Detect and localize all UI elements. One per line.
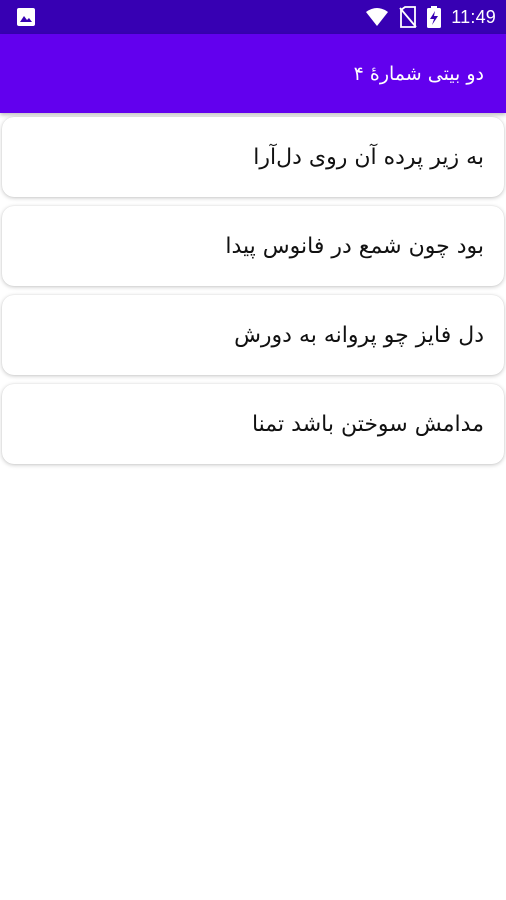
battery-charging-icon bbox=[427, 6, 442, 28]
verse-text: به زیر پرده آن روی دل‌آرا bbox=[253, 144, 484, 170]
list-item[interactable]: بود چون شمع در فانوس پیدا bbox=[2, 206, 504, 286]
verse-text: دل فایز چو پروانه به دورش bbox=[234, 322, 484, 348]
verse-text: مدامش سوختن باشد تمنا bbox=[251, 411, 484, 437]
app-bar: دو بیتی شمارهٔ ۴ bbox=[0, 34, 506, 113]
list-item[interactable]: مدامش سوختن باشد تمنا bbox=[2, 384, 504, 464]
status-bar: 11:49 bbox=[0, 0, 506, 34]
image-icon bbox=[16, 7, 36, 27]
wifi-icon bbox=[365, 7, 389, 27]
status-time: 11:49 bbox=[451, 6, 496, 27]
list-item[interactable]: به زیر پرده آن روی دل‌آرا bbox=[2, 117, 504, 197]
verse-text: بود چون شمع در فانوس پیدا bbox=[225, 233, 484, 259]
verse-list: به زیر پرده آن روی دل‌آرا بود چون شمع در… bbox=[0, 113, 506, 473]
page-title: دو بیتی شمارهٔ ۴ bbox=[353, 62, 484, 85]
no-sim-icon bbox=[399, 6, 417, 28]
list-item[interactable]: دل فایز چو پروانه به دورش bbox=[2, 295, 504, 375]
